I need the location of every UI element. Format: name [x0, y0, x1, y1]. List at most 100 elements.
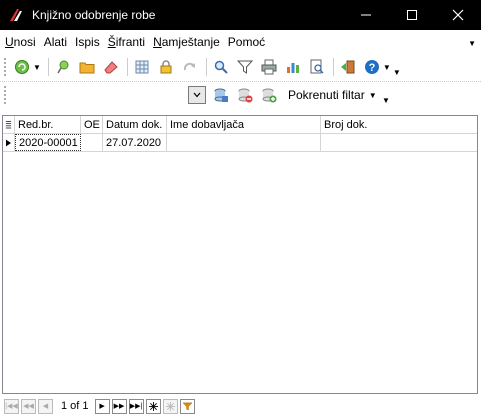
bar-chart-icon [286, 63, 299, 73]
menu-alati-label: Alati [43, 35, 68, 49]
refresh-icon [15, 60, 29, 74]
menu-namjestanje-mnemonic: N [153, 35, 162, 49]
calculator-button[interactable] [131, 56, 153, 78]
menu-namjestanje[interactable]: Namještanje [153, 35, 220, 49]
page-indicator: 1 of 1 [61, 400, 89, 412]
filter-toolbar: Pokrenuti filtar ▼ ▼ [0, 82, 481, 108]
new-button[interactable] [52, 56, 74, 78]
new-pin-icon [57, 60, 69, 74]
menu-alati[interactable]: Alati [44, 35, 67, 49]
insert-record-button[interactable] [145, 398, 161, 414]
filter-combo-dropdown-button[interactable] [188, 86, 206, 104]
delete-filter-button[interactable] [234, 84, 256, 106]
window-title: Knjižno odobrenje robe [32, 8, 156, 22]
menu-unosi-label: nosi [13, 35, 36, 49]
add-filter-button[interactable] [258, 84, 280, 106]
redo-arrow-icon [183, 62, 195, 71]
menu-ispis[interactable]: Ispis [75, 35, 100, 49]
first-page-icon: |◀◀ [5, 403, 18, 410]
toolbar-grip[interactable] [4, 58, 7, 76]
toolbar-separator [47, 58, 49, 76]
menu-overflow-arrow-icon[interactable]: ▼ [468, 39, 476, 48]
minimize-button[interactable] [343, 0, 389, 30]
print-button[interactable] [258, 56, 280, 78]
filter-funnel-icon [182, 402, 192, 410]
open-button[interactable] [76, 56, 98, 78]
prev-page-button[interactable]: ◀◀ [21, 398, 36, 414]
data-grid[interactable]: Red.br. OE Datum dok. Ime dobavljača Bro… [2, 115, 478, 394]
filter-toolbar-overflow-arrow-icon[interactable]: ▼ [382, 96, 390, 105]
app-logo-icon [10, 9, 22, 21]
database-save-icon [214, 88, 228, 102]
toolbar-overflow-arrow-icon[interactable]: ▼ [393, 68, 401, 77]
column-header-oe[interactable]: OE [81, 116, 103, 133]
grid-header: Red.br. OE Datum dok. Ime dobavljača Bro… [3, 116, 477, 134]
cell-oe[interactable] [81, 134, 103, 151]
menu-pomoc[interactable]: Pomoć [228, 35, 265, 49]
run-filter-button[interactable]: Pokrenuti filtar [288, 88, 365, 102]
minimize-icon [361, 14, 371, 16]
last-page-button[interactable]: ▶▶| [128, 398, 144, 414]
nav-filter-button[interactable] [179, 398, 195, 414]
search-icon [214, 60, 228, 74]
column-header-red-br[interactable]: Red.br. [15, 116, 81, 133]
help-icon: ? [364, 60, 379, 74]
next-record-button[interactable]: ▶ [94, 398, 110, 414]
menu-unosi[interactable]: Unosi [5, 35, 36, 49]
menu-ispis-label: Ispis [75, 35, 100, 49]
first-page-button[interactable]: |◀◀ [4, 398, 19, 414]
cell-datum-dok[interactable]: 27.07.2020 [103, 134, 167, 151]
column-header-datum-dok[interactable]: Datum dok. [103, 116, 167, 133]
last-page-icon: ▶▶| [129, 403, 143, 410]
prev-record-icon: ◀ [42, 403, 49, 410]
prev-page-icon: ◀◀ [23, 403, 34, 410]
toolbar-separator [205, 58, 207, 76]
toolbar-separator [332, 58, 334, 76]
database-add-icon [262, 88, 277, 103]
filter-button[interactable] [234, 56, 256, 78]
title-bar: Knjižno odobrenje robe [0, 0, 481, 30]
cell-broj-dok[interactable] [321, 134, 477, 151]
preview-button[interactable] [306, 56, 328, 78]
chevron-down-icon [193, 92, 201, 98]
table-row[interactable]: 2020-00001 27.07.2020 [3, 134, 477, 152]
maximize-button[interactable] [389, 0, 435, 30]
column-header-ime-dobavljaca[interactable]: Ime dobavljača [167, 116, 321, 133]
current-row-arrow-icon [6, 139, 11, 146]
redo-button [179, 56, 201, 78]
save-filter-button[interactable] [210, 84, 232, 106]
folder-icon [79, 62, 95, 74]
menu-sifranti[interactable]: Šifranti [108, 35, 145, 49]
column-list-icon [5, 121, 12, 129]
run-filter-dropdown-arrow-icon[interactable]: ▼ [369, 91, 377, 100]
database-remove-icon [238, 88, 253, 103]
cell-ime-dobavljaca[interactable] [167, 134, 321, 151]
prev-record-button[interactable]: ◀ [38, 398, 53, 414]
lock-icon [160, 60, 172, 74]
chart-button[interactable] [282, 56, 304, 78]
erase-button[interactable] [100, 56, 122, 78]
calculator-icon [135, 60, 149, 74]
menu-pomoc-label: Pomoć [227, 35, 266, 49]
main-toolbar: ▼ ? ▼ ▼ [0, 54, 481, 80]
lock-button[interactable] [155, 56, 177, 78]
close-button[interactable] [435, 0, 481, 30]
close-icon [452, 9, 464, 21]
exit-button[interactable] [337, 56, 359, 78]
search-button[interactable] [210, 56, 232, 78]
refresh-button[interactable] [11, 56, 33, 78]
next-page-button[interactable]: ▶▶ [111, 398, 127, 414]
filter-toolbar-grip[interactable] [4, 86, 7, 104]
help-button[interactable]: ? [361, 56, 383, 78]
insert-record-disabled-button[interactable] [162, 398, 178, 414]
cell-red-br[interactable]: 2020-00001 [15, 134, 81, 151]
menu-bar: Unosi Alati Ispis Šifranti Namještanje P… [0, 31, 481, 53]
help-dropdown-arrow-icon[interactable]: ▼ [383, 63, 391, 72]
refresh-dropdown-arrow-icon[interactable]: ▼ [33, 63, 41, 72]
printer-icon [261, 59, 277, 75]
column-chooser-button[interactable] [3, 116, 15, 133]
funnel-icon [236, 60, 253, 74]
column-header-broj-dok[interactable]: Broj dok. [321, 116, 477, 133]
eraser-icon [104, 61, 118, 74]
svg-text:?: ? [369, 62, 376, 74]
